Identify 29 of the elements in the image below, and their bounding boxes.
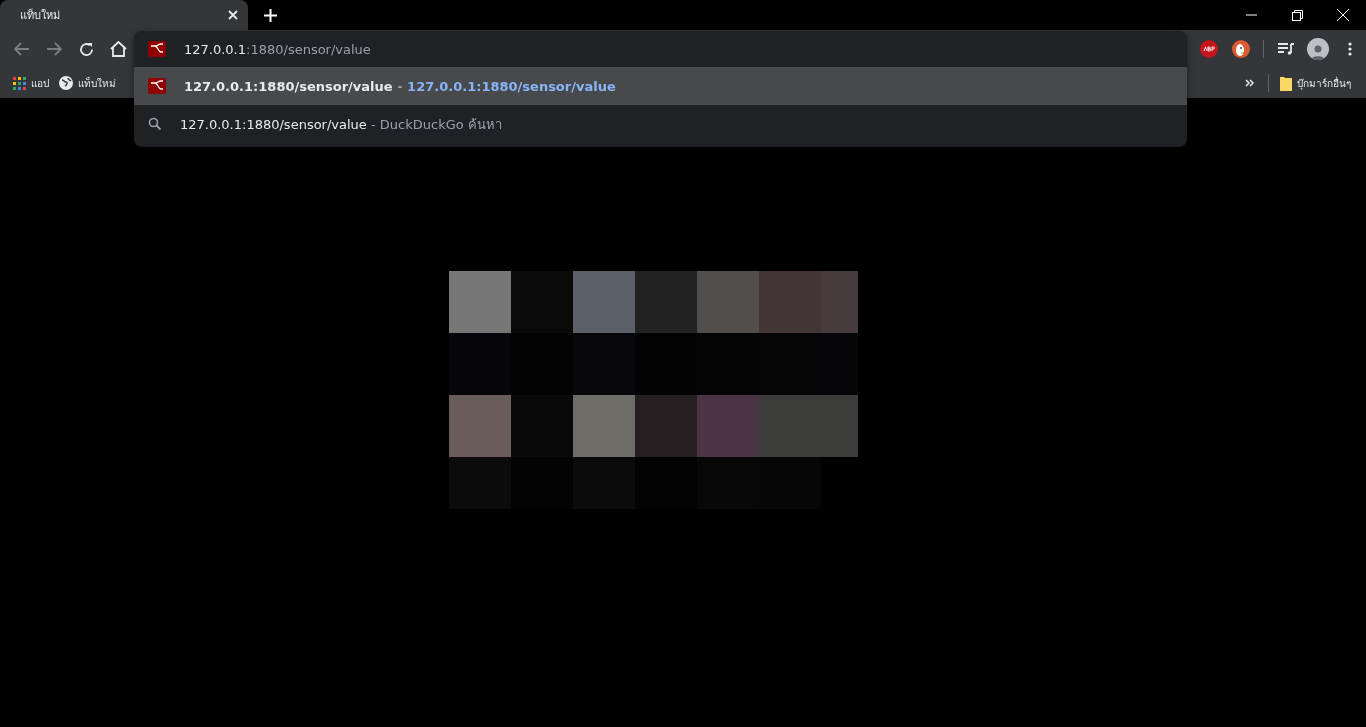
profile-avatar[interactable] bbox=[1307, 38, 1329, 60]
adblock-icon[interactable] bbox=[1200, 40, 1218, 58]
folder-icon bbox=[1280, 75, 1292, 91]
forward-arrow-icon[interactable] bbox=[46, 42, 62, 56]
back-arrow-icon[interactable] bbox=[14, 42, 30, 56]
suggestion-item[interactable]: 127.0.0.1:1880/sensor/value - DuckDuckGo ค้นหา bbox=[134, 105, 1187, 143]
minimize-icon[interactable] bbox=[1245, 14, 1257, 16]
flow-node-icon bbox=[148, 78, 166, 94]
reload-icon[interactable] bbox=[78, 41, 94, 57]
home-icon[interactable] bbox=[109, 41, 127, 57]
bookmark-item[interactable]: แอป bbox=[8, 70, 54, 96]
restore-icon[interactable] bbox=[1291, 9, 1303, 21]
flow-node-icon bbox=[148, 41, 166, 57]
browser-tab[interactable]: แท็บใหม่ bbox=[0, 0, 248, 30]
globe-icon bbox=[59, 76, 73, 90]
menu-icon[interactable] bbox=[1348, 42, 1352, 56]
apps-grid-icon bbox=[13, 76, 26, 90]
bookmark-item[interactable]: แท็บใหม่ bbox=[54, 70, 121, 96]
bookmark-item[interactable]: บุ๊กมาร์กอื่นๆ bbox=[1275, 70, 1356, 96]
media-queue-icon[interactable] bbox=[1277, 43, 1295, 55]
tab-title: แท็บใหม่ bbox=[20, 7, 60, 24]
search-icon bbox=[148, 117, 162, 131]
close-window-icon[interactable] bbox=[1337, 9, 1349, 21]
suggestion-item[interactable]: 127.0.0.1:1880/sensor/value - 127.0.0.1:1880/sensor/value bbox=[134, 67, 1187, 105]
new-tab-icon[interactable] bbox=[263, 8, 277, 22]
duck-icon[interactable] bbox=[1232, 40, 1250, 58]
chevron-icon[interactable] bbox=[1245, 79, 1255, 87]
address-field[interactable]: 127.0.0.1:1880/sensor/value bbox=[134, 31, 1187, 67]
close-icon[interactable] bbox=[228, 10, 238, 20]
